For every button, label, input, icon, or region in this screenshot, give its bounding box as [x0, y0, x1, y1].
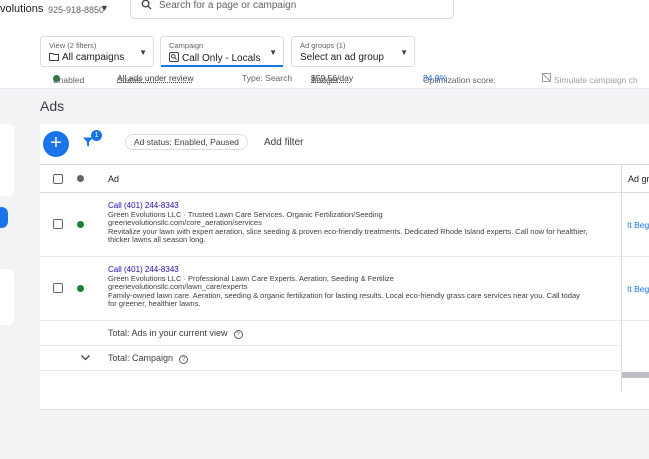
plus-icon: + — [50, 132, 62, 154]
row-checkbox[interactable] — [53, 283, 63, 293]
ad-preview[interactable]: Call (401) 244-8343 Green Evolutions LLC… — [108, 265, 608, 309]
horizontal-scrollbar[interactable] — [622, 372, 649, 378]
account-name[interactable]: volutions — [0, 3, 43, 15]
campaign-type: Type: Search — [242, 73, 293, 83]
ad-group-value: Select an ad group — [300, 52, 384, 63]
enabled-status-icon — [77, 221, 84, 228]
side-card — [0, 269, 14, 325]
ads-table-panel: + 1 Ad status: Enabled, Paused Add filte… — [40, 124, 649, 410]
simulate-icon — [542, 73, 551, 82]
ad-group-link[interactable]: It Beg — [627, 220, 649, 230]
search-icon — [141, 0, 152, 10]
total-campaign-row: Total: Campaign? — [40, 346, 621, 371]
search-placeholder: Search for a page or campaign — [159, 0, 297, 11]
ad-group-label: Ad groups (1) — [300, 41, 346, 50]
column-header-ad[interactable]: Ad — [108, 174, 119, 184]
ad-group-dropdown[interactable]: Ad groups (1) Select an ad group ▼ — [291, 36, 415, 67]
table-row: Call (401) 244-8343 Green Evolutions LLC… — [40, 193, 649, 257]
enabled-status-icon — [77, 285, 84, 292]
campaign-value: Call Only - Locals — [169, 52, 260, 64]
account-phone: 925-918-8850 — [48, 5, 105, 15]
budget: Budget: $59.56/day — [311, 73, 354, 85]
status-column-icon[interactable] — [77, 175, 84, 182]
chevron-down-icon: ▼ — [269, 48, 277, 57]
account-dropdown-icon[interactable]: ▾ — [102, 3, 107, 14]
folder-icon — [49, 53, 59, 61]
filter-count-badge: 1 — [91, 130, 102, 141]
ad-description-cont: thicker lawns all season long. — [108, 235, 206, 245]
ad-group-link[interactable]: It Beg — [627, 284, 649, 294]
help-icon[interactable]: ? — [179, 355, 189, 364]
add-ad-button[interactable]: + — [43, 131, 69, 157]
view-filter-label: View (2 filters) — [49, 41, 97, 50]
chevron-down-icon: ▼ — [400, 48, 408, 57]
search-input[interactable]: Search for a page or campaign — [130, 0, 454, 19]
ad-description-cont: for greener, healthier lawns. — [108, 299, 201, 309]
campaign-label: Campaign — [169, 41, 204, 50]
view-filter-value: All campaigns — [49, 52, 124, 63]
select-all-checkbox[interactable] — [53, 174, 63, 184]
filter-bar: View (2 filters) All campaigns ▼ Campaig… — [0, 26, 649, 89]
view-filter-dropdown[interactable]: View (2 filters) All campaigns ▼ — [40, 36, 154, 67]
add-filter-button[interactable]: Add filter — [264, 137, 303, 148]
total-view-row: Total: Ads in your current view? — [40, 321, 621, 346]
table-row: Call (401) 244-8343 Green Evolutions LLC… — [40, 257, 649, 321]
ad-preview[interactable]: Call (401) 244-8343 Green Evolutions LLC… — [108, 201, 608, 245]
campaign-status-row: Enabled Status: All ads under review Typ… — [53, 73, 638, 85]
campaign-dropdown[interactable]: Campaign Call Only - Locals ▼ — [160, 36, 284, 67]
page-title: Ads — [40, 98, 65, 114]
side-card — [0, 124, 14, 196]
row-checkbox[interactable] — [53, 219, 63, 229]
simulate-campaign-button[interactable]: Simulate campaign ch — [542, 73, 638, 85]
selected-underline — [161, 65, 283, 67]
optimization-score: Optimization score: 84.9% — [423, 73, 496, 85]
ad-status: Status: All ads under review — [117, 73, 194, 85]
chevron-down-icon[interactable] — [80, 352, 91, 363]
table-header: Ad Ad gr — [40, 164, 649, 193]
total-view-label: Total: Ads in your current view? — [108, 328, 243, 339]
help-icon[interactable]: ? — [233, 330, 243, 339]
chevron-down-icon: ▼ — [139, 48, 147, 57]
total-campaign-label: Total: Campaign? — [108, 353, 189, 364]
search-campaign-icon — [169, 52, 179, 62]
column-header-ad-group[interactable]: Ad gr — [628, 174, 649, 184]
top-bar: volutions 925-918-8850 ▾ Search for a pa… — [0, 0, 649, 26]
ad-status-filter-chip[interactable]: Ad status: Enabled, Paused — [125, 134, 248, 150]
side-indicator[interactable] — [0, 207, 8, 228]
